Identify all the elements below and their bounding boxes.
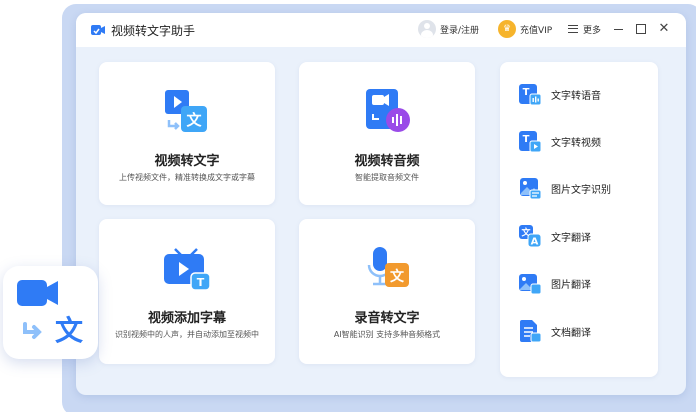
- add-subtitles-icon: T: [164, 248, 211, 291]
- sidebar-item-image-translate[interactable]: 图片翻译: [518, 270, 591, 296]
- avatar-icon: [418, 20, 436, 38]
- sidebar-item-label: 图片翻译: [551, 279, 591, 291]
- sidebar-item-image-ocr[interactable]: 图片文字识别: [518, 175, 611, 201]
- app-title: 视频转文字助手: [111, 24, 196, 38]
- svg-text:T: T: [523, 87, 530, 98]
- image-translate-icon: [519, 274, 542, 295]
- sidebar-item-label: 文档翻译: [551, 327, 591, 339]
- sidebar-item-document-translate[interactable]: 文档翻译: [518, 318, 591, 344]
- card-desc: 上传视频文件，精准转换成文字或字幕: [119, 173, 255, 182]
- card-title: 录音转文字: [354, 311, 420, 326]
- login-button[interactable]: 登录/注册: [418, 19, 479, 39]
- sidebar-item-text-translate[interactable]: 文 A 文字翻译: [518, 223, 591, 249]
- sidebar-item-label: 图片文字识别: [551, 184, 611, 196]
- svg-text:文: 文: [186, 111, 202, 129]
- text-to-video-icon: T: [519, 131, 542, 153]
- minimize-icon[interactable]: [612, 22, 626, 36]
- close-icon[interactable]: ✕: [657, 22, 671, 36]
- document-translate-icon: [520, 320, 542, 343]
- app-window: 视频转文字助手 登录/注册 ♛ 充值VIP 更多 ✕ 文 视频转文字 上传视频文…: [76, 13, 686, 395]
- svg-text:文: 文: [390, 268, 405, 285]
- more-menu-button[interactable]: 更多: [568, 19, 601, 39]
- card-title: 视频转音频: [354, 154, 420, 169]
- card-video-to-text[interactable]: 文 视频转文字 上传视频文件，精准转换成文字或字幕: [99, 62, 275, 205]
- card-recording-to-text[interactable]: 文 录音转文字 AI智能识别 支持多种音频格式: [299, 219, 475, 364]
- vip-label: 充值VIP: [520, 25, 553, 36]
- tools-sidebar: T 文字转语音 T 文字转视频 图片文字识别 文 A 文字翻译 图片翻译 文档翻…: [500, 62, 658, 377]
- text-translate-icon: 文 A: [519, 225, 542, 248]
- video-to-text-icon: 文: [165, 90, 207, 132]
- card-title: 视频添加字幕: [147, 311, 226, 326]
- sidebar-item-label: 文字翻译: [551, 232, 591, 244]
- svg-text:T: T: [523, 134, 530, 145]
- sidebar-item-label: 文字转语音: [551, 90, 601, 102]
- image-ocr-icon: [520, 178, 542, 200]
- sidebar-item-text-to-video[interactable]: T 文字转视频: [518, 128, 601, 154]
- login-label: 登录/注册: [440, 25, 480, 36]
- floating-video-to-text-badge: 文: [3, 266, 98, 359]
- vip-button[interactable]: ♛ 充值VIP: [498, 19, 552, 39]
- svg-text:T: T: [197, 276, 205, 289]
- more-label: 更多: [583, 25, 602, 36]
- text-to-speech-icon: T: [519, 84, 542, 106]
- video-to-audio-icon: [366, 89, 410, 132]
- maximize-icon[interactable]: [634, 22, 648, 36]
- card-title: 视频转文字: [154, 154, 220, 169]
- menu-icon: [568, 25, 578, 33]
- svg-text:文: 文: [55, 314, 83, 347]
- card-desc: 识别视频中的人声，并自动添加至视频中: [115, 330, 259, 339]
- card-add-subtitles[interactable]: T 视频添加字幕 识别视频中的人声，并自动添加至视频中: [99, 219, 275, 364]
- title-bar: 视频转文字助手 登录/注册 ♛ 充值VIP 更多 ✕: [76, 13, 686, 47]
- sidebar-item-text-to-speech[interactable]: T 文字转语音: [518, 81, 601, 107]
- video-to-text-icon: 文: [17, 280, 83, 347]
- card-video-to-audio[interactable]: 视频转音频 智能提取音频文件: [299, 62, 475, 205]
- card-desc: 智能提取音频文件: [355, 173, 419, 182]
- vip-crown-icon: ♛: [498, 20, 516, 38]
- sidebar-item-label: 文字转视频: [551, 137, 601, 149]
- recording-to-text-icon: 文: [367, 247, 409, 287]
- card-desc: AI智能识别 支持多种音频格式: [333, 330, 441, 339]
- svg-text:A: A: [531, 237, 539, 248]
- app-logo-icon: [91, 25, 105, 35]
